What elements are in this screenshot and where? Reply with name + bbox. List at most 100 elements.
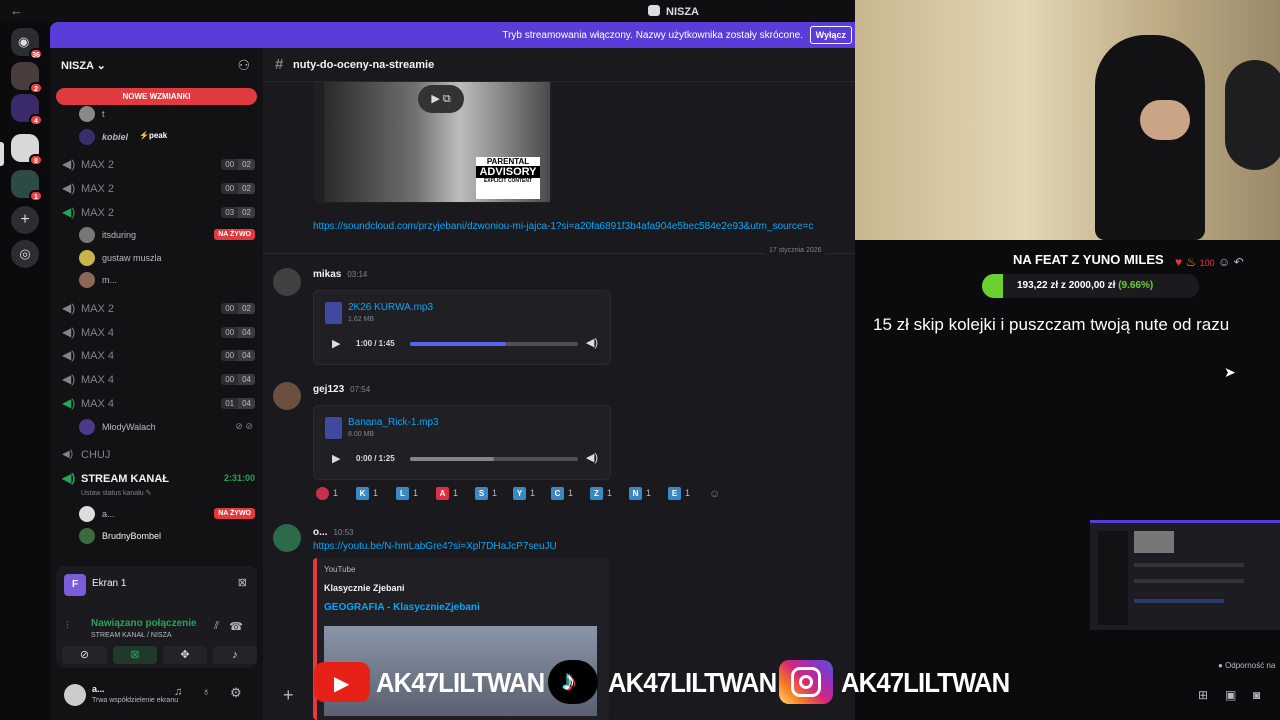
signal-icon: ⫶	[66, 620, 69, 632]
camera-off-icon[interactable]: ⊘	[62, 646, 107, 664]
volume-icon[interactable]: ◀)	[586, 451, 598, 464]
play-icon[interactable]: ▶	[332, 337, 340, 350]
avatar	[79, 506, 95, 522]
voice-user[interactable]: gustaw muszla	[79, 248, 257, 268]
activities-icon[interactable]: ✥	[163, 646, 207, 664]
add-reaction-icon[interactable]: ☺	[709, 488, 720, 500]
avatar[interactable]	[273, 268, 301, 296]
avatar[interactable]	[273, 524, 301, 552]
server-icon[interactable]: 2	[11, 62, 43, 94]
message-author[interactable]: o... 10:53	[313, 527, 353, 538]
voice-channel[interactable]: ◀) MAX 2 00 02	[62, 299, 257, 319]
noise-suppression-icon[interactable]: ⫽	[214, 620, 219, 633]
invite-icon[interactable]: ⚇	[237, 57, 250, 74]
server-nisza[interactable]: 8	[11, 134, 43, 166]
youtube-icon: ▶	[314, 662, 370, 702]
reaction[interactable]: N1	[629, 487, 651, 503]
voice-user[interactable]: t	[79, 104, 257, 124]
add-reaction-icon[interactable]: ☺	[1218, 255, 1230, 269]
soundcloud-link[interactable]: https://soundcloud.com/przyjebani/dzwoni…	[313, 221, 855, 232]
reaction[interactable]: E1	[668, 487, 690, 503]
reaction[interactable]: C1	[551, 487, 573, 503]
date-divider-label: 17 stycznia 2026	[765, 247, 826, 254]
direct-messages-button[interactable]: ◉ 36	[11, 28, 43, 60]
avatar[interactable]	[64, 684, 86, 706]
badge: 4	[29, 114, 43, 126]
audio-progress-fill	[410, 457, 494, 461]
reaction[interactable]: Y1	[513, 487, 535, 503]
message-author[interactable]: gej123 07:54	[313, 384, 370, 395]
message-author[interactable]: mikas 03:14	[313, 269, 367, 280]
file-name[interactable]: Banana_Rick-1.mp3	[348, 417, 439, 428]
speaker-icon: ◀)	[62, 325, 76, 339]
reaction[interactable]: L1	[396, 487, 418, 503]
audio-progress[interactable]	[410, 457, 578, 461]
sticker-icon[interactable]: ◙	[1253, 688, 1260, 702]
screen-preview-thumbnail[interactable]	[1090, 520, 1280, 630]
hundred-icon: 100	[1199, 258, 1215, 268]
voice-channel[interactable]: ◀) MAX 4 00 04	[62, 370, 257, 390]
stop-stream-icon[interactable]: ⊠	[238, 576, 247, 589]
reaction[interactable]: 1	[316, 487, 338, 503]
voice-channel[interactable]: ◀) MAX 2 00 02	[62, 179, 257, 199]
reaction[interactable]: A1	[436, 487, 458, 503]
arrow-left-icon[interactable]: ←	[10, 3, 23, 18]
voice-user[interactable]: BrudnyBombel	[79, 526, 257, 546]
play-icon[interactable]: ▶	[332, 452, 340, 465]
voice-channel[interactable]: ◀) MAX 4 00 04	[62, 323, 257, 343]
discover-icon[interactable]: ◎	[11, 240, 39, 268]
file-name[interactable]: 2K26 KURWA.mp3	[348, 302, 433, 313]
voice-channel-stream[interactable]: ◀) STREAM KANAŁ 2:31:00	[62, 469, 257, 489]
preview-line	[1134, 563, 1244, 567]
volume-icon[interactable]: ◀)	[586, 336, 598, 349]
server-icon[interactable]: 1	[11, 170, 43, 202]
username: kobiel	[102, 132, 129, 142]
plus-icon[interactable]: +	[283, 685, 294, 706]
embed-author[interactable]: Klasycznie Zjebani	[324, 583, 405, 593]
disconnect-icon[interactable]: ☎	[229, 620, 243, 633]
gif-icon[interactable]: ▣	[1225, 688, 1236, 702]
disable-streamer-mode-button[interactable]: Wyłącz	[809, 26, 852, 44]
reaction-emoji: Y	[513, 487, 526, 500]
voice-channel[interactable]: ◀) CHUJ	[62, 445, 257, 465]
avatar[interactable]	[273, 382, 301, 410]
reaction[interactable]: K1	[356, 487, 378, 503]
youtube-link[interactable]: https://youtu.be/N-hmLabGre4?si=Xpl7DHaJ…	[313, 541, 557, 552]
channel-status-prompt[interactable]: Ustaw status kanału ✎	[81, 489, 151, 497]
headphones-icon[interactable]: ♁	[202, 686, 210, 698]
soundboard-icon[interactable]: ♪	[213, 646, 257, 664]
album-cover-embed[interactable]: ▶ ⧉ PARENTAL ADVISORY EXPLICIT CONTENT	[314, 82, 552, 203]
voice-channel[interactable]: ◀) MAX 4 01 04	[62, 394, 257, 414]
reply-icon[interactable]: ↶	[1234, 255, 1244, 269]
play-icon[interactable]: ▶ ⧉	[418, 85, 464, 113]
preview-sidebar	[1098, 531, 1128, 625]
voice-channel[interactable]: ◀) MAX 2 00 02	[62, 155, 257, 175]
avatar	[79, 528, 95, 544]
reaction[interactable]: Z1	[590, 487, 612, 503]
server-name[interactable]: NISZA ⌄	[61, 59, 106, 72]
reaction[interactable]: S1	[475, 487, 497, 503]
new-mentions-pill[interactable]: NOWE WZMIANKI	[56, 88, 257, 105]
voice-user[interactable]: kobiel ⚡peak	[79, 127, 257, 147]
audio-attachment: Banana_Rick-1.mp3 8.00 MB ▶ 0:00 / 1:25 …	[313, 405, 611, 480]
embed-title[interactable]: GEOGRAFIA - KlasycznieZjebani	[324, 602, 480, 613]
badge: 2	[29, 82, 43, 94]
connection-location[interactable]: STREAM KANAŁ / NISZA	[91, 632, 172, 639]
voice-channel[interactable]: ◀) MAX 4 00 04	[62, 346, 257, 366]
audio-progress[interactable]	[410, 342, 578, 346]
voice-user[interactable]: itsduring NA ŻYWO	[79, 225, 257, 245]
connection-status[interactable]: Nawiązano połączenie	[91, 618, 197, 629]
gear-icon[interactable]: ⚙	[230, 685, 242, 701]
channel-header: # nuty-do-oceny-na-streamie	[263, 48, 855, 82]
screen-share-icon[interactable]: ⊠	[113, 646, 157, 664]
voice-user[interactable]: m...	[79, 270, 257, 290]
server-icon[interactable]: 4	[11, 94, 43, 126]
voice-channel[interactable]: ◀) MAX 2 03 02	[62, 203, 257, 223]
username[interactable]: a...	[92, 684, 105, 694]
gift-icon[interactable]: ⊞	[1198, 688, 1208, 702]
add-server-icon[interactable]: +	[11, 206, 39, 234]
voice-user[interactable]: a... NA ŻYWO	[79, 504, 257, 524]
avatar	[79, 227, 95, 243]
microphone-icon[interactable]: ♫	[174, 686, 182, 698]
voice-user[interactable]: MłodyWalach ⊘ ⊘	[79, 417, 257, 437]
